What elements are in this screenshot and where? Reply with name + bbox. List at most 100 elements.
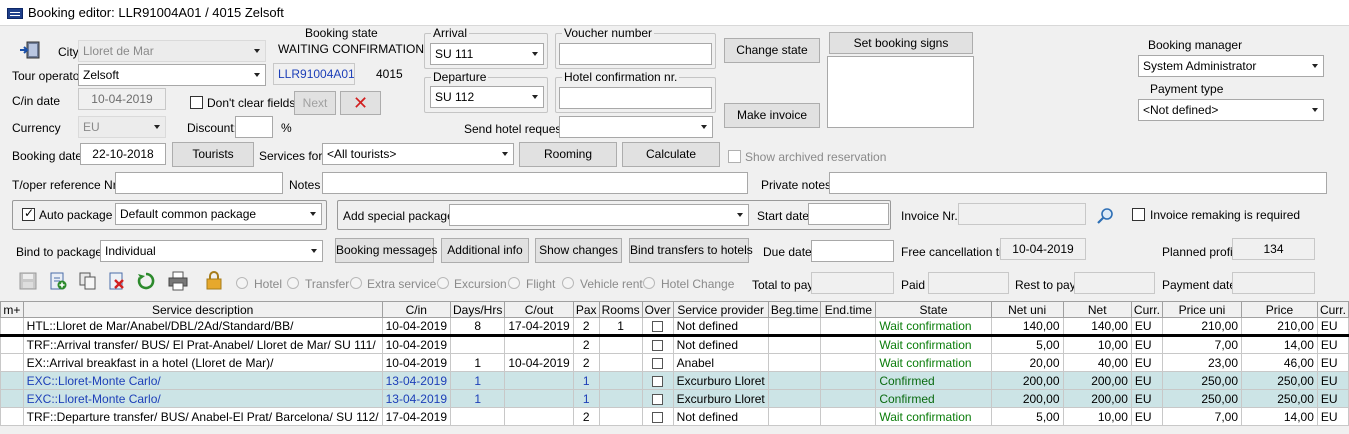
over-cell[interactable]: [641, 353, 674, 372]
col-header[interactable]: Price: [1241, 301, 1318, 318]
refresh-icon[interactable]: [137, 272, 155, 290]
lock-icon[interactable]: [205, 270, 223, 290]
rooming-button[interactable]: Rooming: [519, 142, 617, 167]
col-header[interactable]: End.time: [820, 301, 877, 318]
invoice-remaking-checkbox[interactable]: [1132, 208, 1145, 221]
radio-hotel-change[interactable]: [643, 277, 655, 289]
delete-x-button[interactable]: ✕: [340, 91, 381, 115]
col-header[interactable]: Days/Hrs: [449, 301, 506, 318]
over-checkbox[interactable]: [652, 357, 664, 369]
over-checkbox[interactable]: [652, 321, 664, 333]
bind-transfers-button[interactable]: Bind transfers to hotels: [629, 238, 753, 263]
search-icon[interactable]: [1097, 207, 1115, 225]
col-header[interactable]: Curr.: [1316, 301, 1349, 318]
over-checkbox[interactable]: [652, 393, 664, 405]
notes-field[interactable]: [322, 172, 748, 194]
payment-type-select[interactable]: <Not defined>: [1138, 99, 1324, 121]
additional-info-button[interactable]: Additional info: [441, 238, 529, 263]
col-header[interactable]: Curr.: [1130, 301, 1163, 318]
over-cell[interactable]: [641, 317, 674, 337]
col-header[interactable]: Price uni: [1161, 301, 1243, 318]
over-cell[interactable]: [641, 407, 674, 426]
tour-operator-select[interactable]: Zelsoft: [78, 64, 266, 86]
col-header[interactable]: Pax: [572, 301, 600, 318]
radio-flight[interactable]: [508, 277, 520, 289]
row-marker[interactable]: [0, 389, 24, 408]
discount-field[interactable]: [235, 116, 273, 138]
row-marker[interactable]: [0, 407, 24, 426]
copy-icon[interactable]: [79, 272, 97, 290]
send-hotel-request-select[interactable]: [559, 116, 713, 138]
col-header[interactable]: Service description: [22, 301, 383, 318]
add-icon[interactable]: [49, 272, 67, 290]
bind-package-select[interactable]: Individual: [100, 240, 323, 262]
col-header[interactable]: Rooms: [598, 301, 643, 318]
print-icon[interactable]: [168, 271, 188, 291]
services-table[interactable]: m+ Service description C/in Days/Hrs C/o…: [0, 301, 1349, 426]
auto-package-select[interactable]: Default common package: [115, 203, 322, 225]
table-row[interactable]: TRF::Departure transfer/ BUS/ Anabel-El …: [0, 407, 1349, 426]
show-archived-label: Show archived reservation: [745, 150, 887, 164]
checkin-date-field[interactable]: 10-04-2019: [78, 88, 166, 110]
city-select[interactable]: Lloret de Mar: [78, 40, 266, 62]
row-marker[interactable]: [0, 371, 24, 390]
over-cell[interactable]: [641, 371, 674, 390]
departure-flight-select[interactable]: SU 112: [430, 86, 544, 108]
toper-reference-field[interactable]: [115, 172, 283, 194]
radio-hotel[interactable]: [236, 277, 248, 289]
set-booking-signs-button[interactable]: Set booking signs: [829, 32, 973, 54]
col-header[interactable]: State: [875, 301, 992, 318]
col-header[interactable]: Service provider: [672, 301, 769, 318]
table-row[interactable]: EXC::Lloret-Monte Carlo/ 13-04-2019 1 1 …: [0, 389, 1349, 408]
currency-select[interactable]: EU: [78, 116, 166, 138]
radio-vehicle-rent[interactable]: [562, 277, 574, 289]
radio-transfer[interactable]: [287, 277, 299, 289]
table-row[interactable]: HTL::Lloret de Mar/Anabel/DBL/2Ad/Standa…: [0, 317, 1349, 337]
booking-date-field[interactable]: 22-10-2018: [80, 143, 166, 165]
booking-signs-list[interactable]: [827, 56, 974, 128]
over-checkbox[interactable]: [652, 340, 664, 352]
booking-manager-select[interactable]: System Administrator: [1138, 55, 1324, 77]
start-date-field[interactable]: [808, 203, 889, 225]
col-header[interactable]: m+: [0, 301, 24, 318]
show-changes-button[interactable]: Show changes: [535, 238, 622, 263]
show-archived-checkbox[interactable]: [728, 150, 741, 163]
services-for-select[interactable]: <All tourists>: [322, 143, 514, 165]
over-checkbox[interactable]: [652, 375, 664, 387]
radio-extra-service[interactable]: [350, 277, 362, 289]
auto-package-checkbox[interactable]: [22, 206, 35, 221]
row-marker[interactable]: [0, 353, 24, 372]
col-header[interactable]: C/out: [504, 301, 574, 318]
arrival-flight-select[interactable]: SU 111: [430, 43, 544, 65]
voucher-number-field[interactable]: [559, 43, 712, 65]
booking-messages-button[interactable]: Booking messages: [335, 238, 437, 263]
row-marker[interactable]: [0, 317, 24, 337]
col-header[interactable]: C/in: [381, 301, 452, 318]
col-header[interactable]: Net uni: [990, 301, 1064, 318]
col-header[interactable]: Net: [1062, 301, 1132, 318]
col-header[interactable]: Beg.time: [767, 301, 822, 318]
tourists-button[interactable]: Tourists: [172, 142, 254, 167]
over-checkbox[interactable]: [652, 411, 664, 423]
hotel-confirmation-field[interactable]: [559, 87, 712, 109]
next-button[interactable]: Next: [294, 91, 336, 115]
dont-clear-checkbox[interactable]: [190, 96, 203, 109]
table-row[interactable]: EXC::Lloret-Monte Carlo/ 13-04-2019 1 1 …: [0, 371, 1349, 390]
row-marker[interactable]: [0, 335, 24, 354]
save-icon[interactable]: [19, 272, 37, 290]
calculate-button[interactable]: Calculate: [622, 142, 720, 167]
due-date-field[interactable]: [811, 240, 894, 262]
over-cell[interactable]: [641, 335, 674, 354]
make-invoice-button[interactable]: Make invoice: [724, 103, 820, 128]
col-header[interactable]: Over: [641, 301, 674, 318]
change-state-button[interactable]: Change state: [724, 38, 820, 63]
delete-icon[interactable]: [108, 272, 126, 290]
over-cell[interactable]: [641, 389, 674, 408]
add-special-package-select[interactable]: [449, 204, 749, 226]
radio-excursion[interactable]: [437, 277, 449, 289]
table-row[interactable]: EX::Arrival breakfast in a hotel (Lloret…: [0, 353, 1349, 372]
private-notes-field[interactable]: [829, 172, 1327, 194]
table-row[interactable]: TRF::Arrival transfer/ BUS/ El Prat-Anab…: [0, 335, 1349, 354]
exit-door-icon[interactable]: [19, 40, 41, 60]
tour-operator-label: Tour operator: [12, 69, 84, 83]
